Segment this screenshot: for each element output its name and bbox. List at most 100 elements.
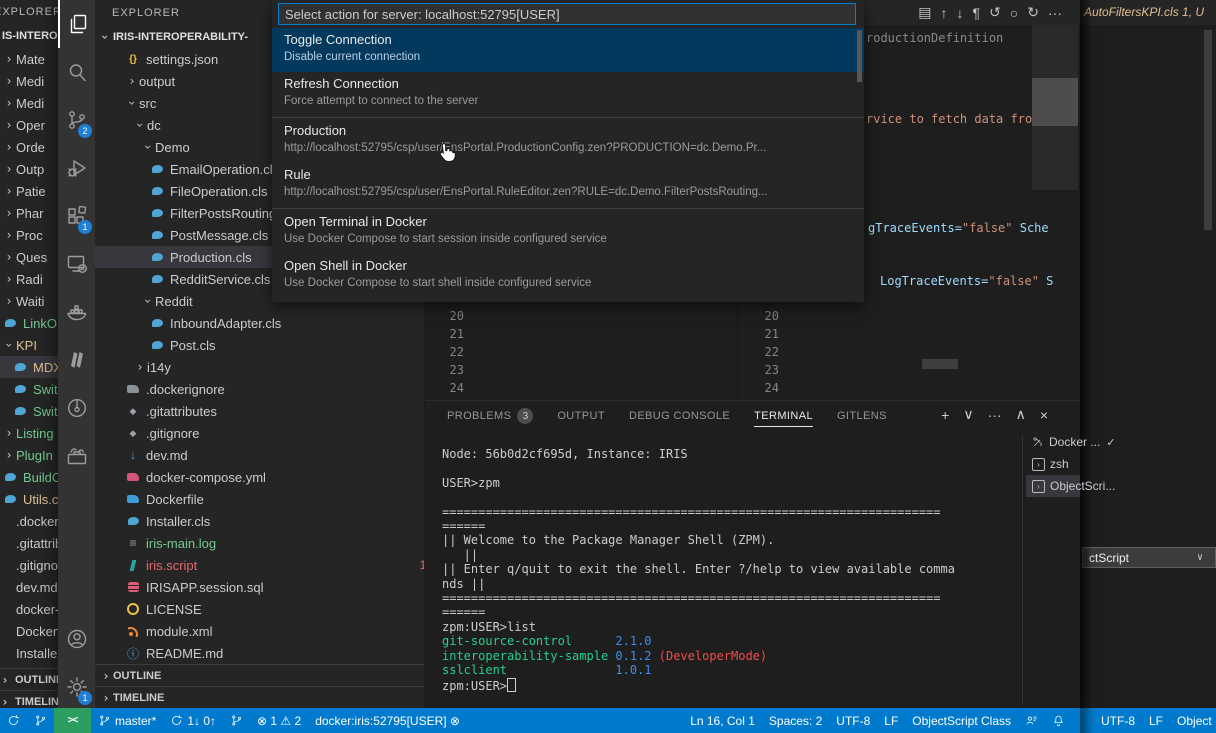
quick-pick-item-open-shell-in-docker[interactable]: Open Shell in DockerUse Docker Compose t… xyxy=(272,254,864,298)
new-terminal-icon[interactable]: + xyxy=(941,407,949,423)
activity-extensions[interactable]: 1 xyxy=(58,192,95,240)
activity-files[interactable] xyxy=(58,0,95,48)
panel-tab-terminal[interactable]: TERMINAL xyxy=(754,410,813,427)
bg-outline-section[interactable]: › OUTLINE xyxy=(0,668,58,691)
tree-item-inboundadapter-cls[interactable]: InboundAdapter.cls xyxy=(95,312,425,334)
tree-item-dockerfile[interactable]: Dockerfile xyxy=(95,488,425,510)
status-source-control[interactable] xyxy=(27,708,54,733)
status-git-branch[interactable]: master* xyxy=(91,708,163,733)
tree-item-docker-compose-yml[interactable]: docker-compose.yml xyxy=(95,466,425,488)
bg-editor-scrollbar[interactable] xyxy=(1204,30,1212,230)
minimap[interactable] xyxy=(1032,25,1078,190)
status-eol[interactable]: LF xyxy=(1142,708,1170,733)
panel-tab-output[interactable]: OUTPUT xyxy=(557,410,605,426)
status-language-mode[interactable]: ObjectScript Class xyxy=(905,708,1018,733)
status-encoding[interactable]: UTF-8 xyxy=(829,708,877,733)
quick-pick-item-rule[interactable]: Rulehttp://localhost:52795/csp/user/EnsP… xyxy=(272,163,864,207)
tree-item-module-xml[interactable]: module.xml xyxy=(95,620,425,642)
nav-forward-icon[interactable]: ↻ xyxy=(1027,4,1039,21)
tree-item-iris-main-log[interactable]: ≡iris-main.logU xyxy=(95,532,425,554)
status-docker-context[interactable]: docker:iris:52795[USER] ⊗ xyxy=(308,708,467,733)
tree-item-post-cls[interactable]: Post.cls xyxy=(95,334,425,356)
terminal-instance-docker-[interactable]: Docker ...✓ xyxy=(1026,431,1080,453)
status-cursor-position[interactable]: Ln 16, Col 1 xyxy=(683,708,762,733)
tree-item-medi[interactable]: ›Medi xyxy=(0,70,58,92)
tree-item--gitignore[interactable]: .gitignore xyxy=(0,554,58,576)
status-gitlens-branch[interactable] xyxy=(223,708,250,733)
status-eol[interactable]: LF xyxy=(877,708,905,733)
tree-item-patie[interactable]: ›Patie xyxy=(0,180,58,202)
tree-item-iris-script[interactable]: iris.script1, M xyxy=(95,554,425,576)
outline-section[interactable]: › OUTLINE xyxy=(95,664,425,687)
nav-back-icon[interactable]: ↺ xyxy=(989,4,1001,21)
tree-item-installer-[interactable]: Installer. xyxy=(0,642,58,664)
tree-item--gitattrib[interactable]: .gitattrib xyxy=(0,532,58,554)
tree-item-linko[interactable]: LinkO xyxy=(0,312,58,334)
tree-item-oper[interactable]: ›Oper xyxy=(0,114,58,136)
tree-item--gitignore[interactable]: ◆.gitignore xyxy=(95,422,425,444)
language-select-dropdown[interactable]: ctScript ∨ xyxy=(1082,547,1216,568)
more-actions-icon[interactable]: ··· xyxy=(1048,5,1062,21)
tree-item--dockerig[interactable]: .dockerig xyxy=(0,510,58,532)
status-indentation[interactable]: Spaces: 2 xyxy=(762,708,829,733)
tree-item--gitattributes[interactable]: ◆.gitattributes xyxy=(95,400,425,422)
whitespace-icon[interactable]: ¶ xyxy=(973,5,981,21)
split-editor-icon[interactable]: ▤ xyxy=(918,4,931,21)
close-panel-icon[interactable]: × xyxy=(1040,407,1048,423)
tree-item-dev-md[interactable]: ↓dev.md xyxy=(95,444,425,466)
status-notifications[interactable] xyxy=(1045,708,1072,733)
quick-pick-input[interactable] xyxy=(278,3,856,25)
quick-pick-item-toggle-connection[interactable]: Toggle ConnectionDisable current connect… xyxy=(272,28,864,72)
tree-item--dockerignore[interactable]: .dockerignore xyxy=(95,378,425,400)
tree-item-listing[interactable]: ›Listing xyxy=(0,422,58,444)
activity-settings-gear[interactable]: 1 xyxy=(58,663,95,711)
tree-item-medi[interactable]: ›Medi xyxy=(0,92,58,114)
quick-pick-item-refresh-connection[interactable]: Refresh ConnectionForce attempt to conne… xyxy=(272,72,864,116)
status-sync[interactable] xyxy=(0,708,27,733)
quick-pick-scrollbar[interactable] xyxy=(857,30,862,82)
tree-item-switc[interactable]: Switc xyxy=(0,378,58,400)
horizontal-scrollbar[interactable] xyxy=(922,359,958,369)
terminal-output[interactable]: Node: 56b0d2cf695d, Instance: IRIS USER>… xyxy=(442,447,962,693)
terminal-instance-zsh[interactable]: ›zsh xyxy=(1026,453,1080,475)
next-change-icon[interactable]: ↓ xyxy=(957,5,964,21)
tree-item-phar[interactable]: ›Phar xyxy=(0,202,58,224)
tree-item-waiti[interactable]: ›Waiti xyxy=(0,290,58,312)
status-language-mode[interactable]: Object xyxy=(1170,708,1216,733)
previous-change-icon[interactable]: ↑ xyxy=(941,5,948,21)
status-remote-indicator[interactable]: >< xyxy=(54,708,91,733)
tree-item-ques[interactable]: ›Ques xyxy=(0,246,58,268)
tree-item-irisapp-session-sql[interactable]: IRISAPP.session.sql xyxy=(95,576,425,598)
tree-item-kpi[interactable]: ›KPI xyxy=(0,334,58,356)
terminal-instance-objectscri-[interactable]: ›ObjectScri... xyxy=(1026,475,1080,497)
tree-item-mate[interactable]: ›Mate xyxy=(0,48,58,70)
maximize-panel-icon[interactable]: ∧ xyxy=(1016,406,1026,423)
quick-pick-item-production[interactable]: Productionhttp://localhost:52795/csp/use… xyxy=(272,119,864,163)
activity-docker[interactable] xyxy=(58,288,95,336)
panel-tab-gitlens[interactable]: GITLENS xyxy=(837,410,887,426)
nav-dot-icon[interactable]: ○ xyxy=(1010,5,1018,21)
tree-item-plugin[interactable]: ›PlugIn xyxy=(0,444,58,466)
activity-account[interactable] xyxy=(58,615,95,663)
tree-item-installer-cls[interactable]: Installer.cls xyxy=(95,510,425,532)
tree-item-docker-c[interactable]: docker-c xyxy=(0,598,58,620)
activity-toolbox[interactable] xyxy=(58,432,95,480)
tree-item-i14y[interactable]: ›i14y xyxy=(95,356,425,378)
tree-item-readme-md[interactable]: ⓘREADME.md xyxy=(95,642,425,664)
minimap-slider[interactable] xyxy=(1032,78,1078,126)
bg-explorer-root-folder[interactable]: IS-INTEROPERABILITY- xyxy=(2,30,58,42)
bg-editor-tab[interactable]: AutoFiltersKPI.cls 1, U xyxy=(1084,5,1204,19)
tree-item-license[interactable]: LICENSE xyxy=(95,598,425,620)
tree-item-buildc[interactable]: BuildC xyxy=(0,466,58,488)
panel-tab-debug-console[interactable]: DEBUG CONSOLE xyxy=(629,410,730,426)
status-sync-status[interactable]: 1↓ 0↑ xyxy=(163,708,223,733)
tree-item-dev-md[interactable]: dev.md xyxy=(0,576,58,598)
tree-item-mdx[interactable]: MDX xyxy=(0,356,58,378)
panel-tab-problems[interactable]: PROBLEMS3 xyxy=(447,408,533,428)
activity-run-debug[interactable] xyxy=(58,144,95,192)
activity-gitlens[interactable] xyxy=(58,384,95,432)
activity-source-control[interactable]: 2 xyxy=(58,96,95,144)
timeline-section[interactable]: › TIMELINE xyxy=(95,686,425,708)
tree-item-dockerfil[interactable]: Dockerfil xyxy=(0,620,58,642)
terminal-dropdown-icon[interactable]: ∨ xyxy=(963,406,973,423)
